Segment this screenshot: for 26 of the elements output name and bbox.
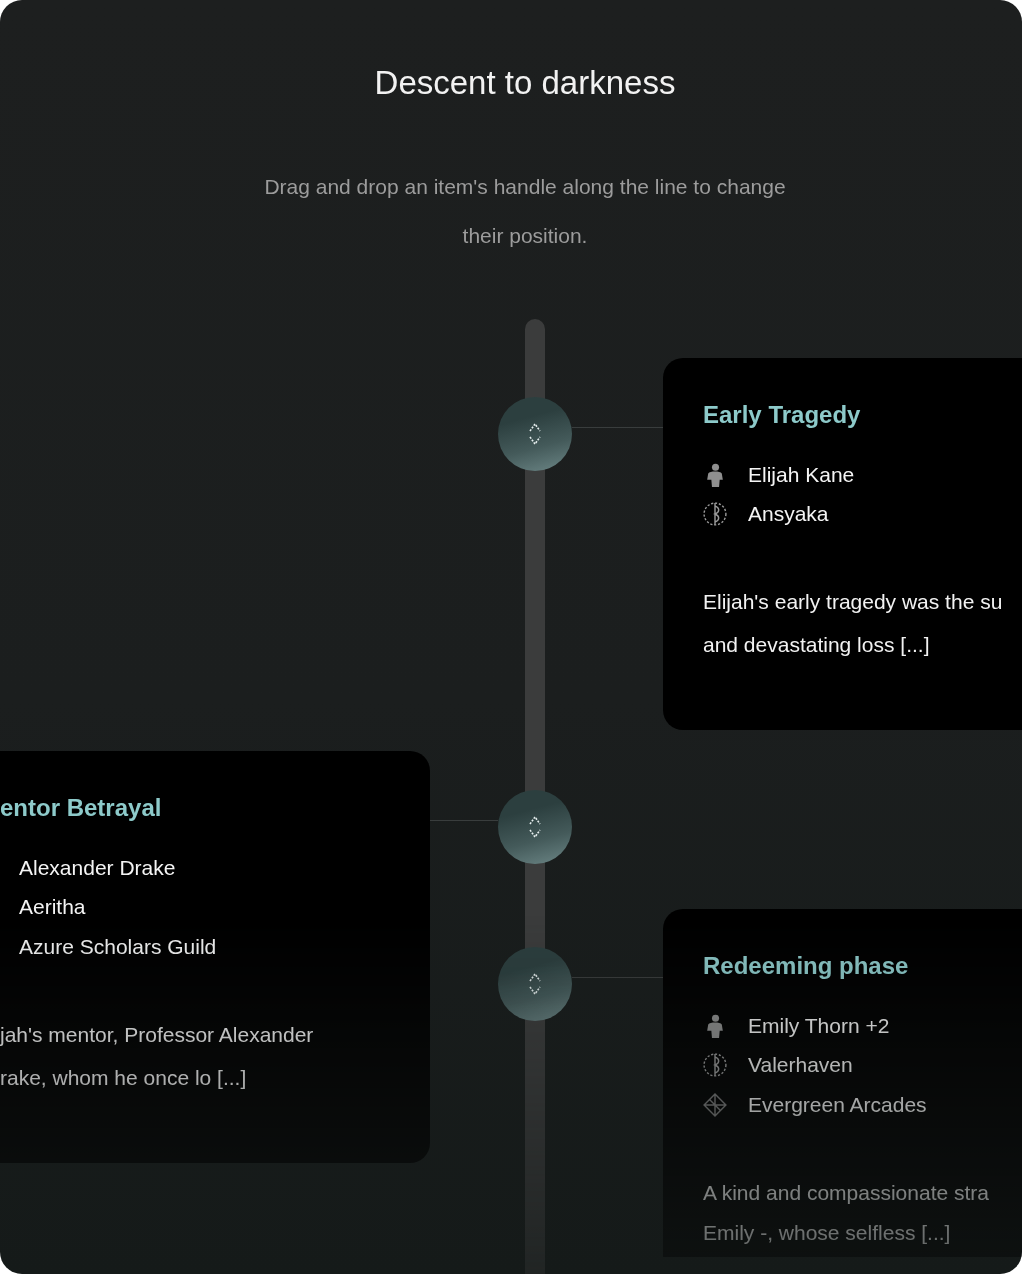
event-description: A kind and compassionate stra Emily -, whose selfless [...] <box>703 1179 990 1246</box>
event-title: Early Tragedy <box>703 400 862 430</box>
event-card[interactable]: Redeeming phase Emily Thorn +2 Valerhaven Evergreen Arcades A kind and compassionate stra Emily -, whose selfless [...] <box>663 909 1022 1257</box>
event-card[interactable]: Early Tragedy Elijah Kane Ansyaka Elijah's early tragedy was the su and devastating loss [...] <box>663 358 1022 730</box>
entity-label: Evergreen Arcades <box>748 1091 927 1118</box>
event-description: jah's mentor, Professor Alexander rake, whom he once lo [...] <box>0 1021 315 1091</box>
entity-label: Valerhaven <box>748 1052 853 1079</box>
dotted-circle-icon <box>703 1053 727 1078</box>
entity-label: Ansyaka <box>748 501 829 528</box>
event-card[interactable]: entor Betrayal Alexander Drake Aeritha Azure Scholars Guild jah's mentor, Professor Alexander rake, whom he once lo [...] <box>0 751 430 1163</box>
event-title: Redeeming phase <box>703 951 910 981</box>
entity-label: Azure Scholars Guild <box>18 933 217 960</box>
dotted-circle-icon <box>703 502 727 527</box>
event-description: Elijah's early tragedy was the su and devastating loss [...] <box>703 589 1004 658</box>
chevron-up-down-icon <box>529 973 541 995</box>
event-title: entor Betrayal <box>0 793 163 823</box>
entity-label: Aeritha <box>18 894 86 921</box>
instruction-text: Drag and drop an item's handle along the line to change their position. <box>263 174 787 249</box>
connector-line <box>430 820 498 821</box>
chevron-up-down-icon <box>529 816 541 838</box>
page-title: Descent to darkness <box>374 63 676 103</box>
entity-label: Emily Thorn +2 <box>748 1012 890 1039</box>
diamond-icon <box>703 1092 727 1117</box>
entity-label: Elijah Kane <box>748 461 855 488</box>
chevron-up-down-icon <box>529 423 541 445</box>
entity-label: Alexander Drake <box>18 854 176 881</box>
